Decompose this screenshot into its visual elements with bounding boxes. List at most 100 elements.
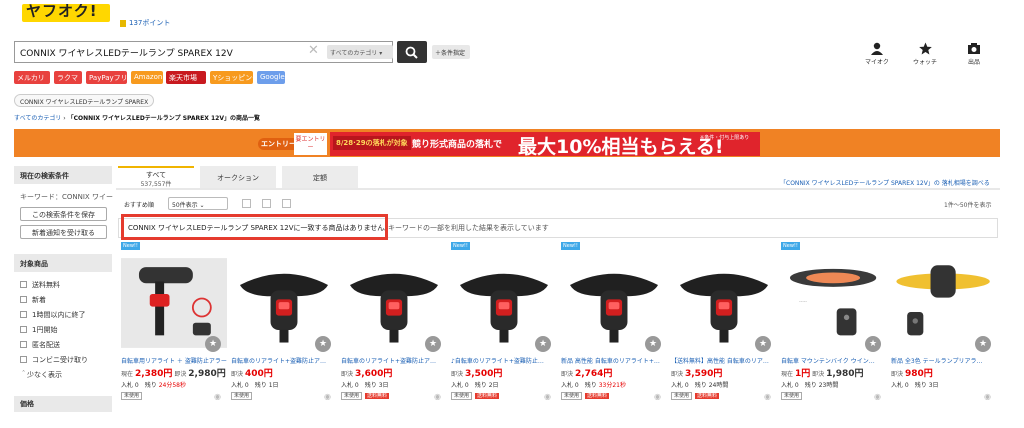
watch-button[interactable]: ★ [755, 336, 771, 352]
condition-button[interactable]: ＋条件指定 [432, 45, 470, 59]
breadcrumb: すべてのカテゴリ › 「CONNIX ワイヤレスLEDテールランプ SPAREX… [14, 115, 260, 122]
mall-link-0[interactable]: メルカリ [14, 71, 50, 84]
checkbox[interactable] [20, 356, 27, 363]
price-row: 即決 2,764円 [561, 369, 613, 379]
time-left: 2日 [488, 382, 499, 389]
bid-info: 入札 0 残り 2日 [451, 382, 499, 389]
filter-option[interactable]: 1円開始 [20, 325, 57, 335]
filter-option[interactable]: 新着 [20, 295, 46, 305]
list-view-icon[interactable] [242, 199, 251, 208]
keyword-chip[interactable]: CONNIX ワイヤレスLEDテールランプ SPAREX [14, 94, 155, 107]
tab-all[interactable]: すべて 537,557件 [118, 166, 194, 188]
banner-campaign-label: エントリー [258, 138, 299, 150]
product-title[interactable]: 新品 全3色 テールランプリアラ… [891, 356, 997, 365]
product-title[interactable]: 自転車 マウンテンバイク ウイン… [781, 356, 887, 365]
notify-button[interactable]: 新着通知を受け取る [20, 225, 107, 239]
product-title[interactable]: 自転車のリアライト+盗難防止ア… [231, 356, 337, 365]
product-card[interactable]: New!! ★ 自転車用リアライト ＋ 盗難防止アラー… 現在 2,380円 即決 2… [121, 242, 227, 422]
watch-button[interactable]: ★ [205, 336, 221, 352]
product-title[interactable]: 新品 高性能 自転車のリアライト+… [561, 356, 667, 365]
watch-button[interactable]: ★ [975, 336, 991, 352]
product-card[interactable]: ★ 【送料無料】高性能 自転車のリア… 即決 3,590円 入札 0 残り 24時間未… [671, 242, 777, 422]
watch-link[interactable]: ウォッチ [905, 42, 945, 66]
eye-icon[interactable]: ◉ [324, 392, 331, 401]
time-left: 3日 [378, 382, 389, 389]
breadcrumb-root[interactable]: すべてのカテゴリ [14, 115, 61, 122]
checkbox[interactable] [20, 281, 27, 288]
price-row: 即決 3,500円 [451, 369, 503, 379]
show-less-link[interactable]: ＾少なく表示 [20, 370, 62, 380]
bid-info: 入札 0 残り 3日 [891, 382, 939, 389]
myauction-link[interactable]: マイオク [857, 42, 897, 66]
checkbox[interactable] [20, 296, 27, 303]
mall-link-3[interactable]: Amazon [131, 71, 163, 84]
condition-tag: 未使用 [561, 392, 583, 400]
sell-link[interactable]: 出品 [954, 42, 994, 66]
search-query-text: CONNIX ワイヤレスLEDテールランプ SPAREX 12V [20, 49, 233, 59]
product-card[interactable]: New!! ★ 新品 高性能 自転車のリアライト+… 即決 2,764円 入札 0 残り… [561, 242, 667, 422]
star-icon: ★ [428, 339, 438, 349]
product-title[interactable]: 【送料無料】高性能 自転車のリア… [671, 356, 777, 365]
eye-icon[interactable]: ◉ [874, 392, 881, 401]
tab-auction[interactable]: オークション [200, 166, 276, 188]
bid-info: 入札 0 残り 24分58秒 [121, 382, 186, 389]
sort-label[interactable]: おすすめ順 [124, 200, 154, 209]
eye-icon[interactable]: ◉ [544, 392, 551, 401]
filter-option[interactable]: 匿名配送 [20, 340, 60, 350]
yahuoku-logo[interactable]: ヤフオク! [22, 4, 110, 22]
filter-option[interactable]: 送料無料 [20, 280, 60, 290]
eye-icon[interactable]: ◉ [654, 392, 661, 401]
category-select[interactable]: すべてのカテゴリ ▾ [327, 45, 393, 59]
points-display[interactable]: 137ポイント [120, 18, 170, 28]
mall-link-5[interactable]: Yショッピング [210, 71, 259, 84]
product-card[interactable]: ★ 自転車のリアライト+盗難防止ア… 即決 400円 入札 0 残り 1日 未使用 ◉ [231, 242, 337, 422]
checkbox[interactable] [20, 326, 27, 333]
search-button[interactable] [397, 41, 427, 63]
product-card[interactable]: New!! ★ ♪自転車のリアライト+盗難防止… 即決 3,500円 入札 0 残り 2… [451, 242, 557, 422]
eye-icon[interactable]: ◉ [984, 392, 991, 401]
product-photo [671, 258, 777, 348]
tab-fixed-price[interactable]: 定額 [282, 166, 358, 188]
watch-button[interactable]: ★ [315, 336, 331, 352]
checkbox[interactable] [20, 341, 27, 348]
market-price-link[interactable]: 「CONNIX ワイヤレスLEDテールランプ SPAREX 12V」の 落札相場… [780, 178, 990, 187]
time-left: 23時間 [818, 382, 839, 389]
watch-button[interactable]: ★ [865, 336, 881, 352]
time-left: 1日 [268, 382, 279, 389]
product-card[interactable]: ★ 新品 全3色 テールランプリアラ… 即決 980円 入札 0 残り 3日 ◉ [891, 242, 997, 422]
eye-icon[interactable]: ◉ [214, 392, 221, 401]
product-title[interactable]: 自転車のリアライト+盗難防止ア… [341, 356, 447, 365]
clear-search-icon[interactable]: ✕ [308, 43, 319, 58]
watch-button[interactable]: ★ [645, 336, 661, 352]
tag-row: 未使用 [121, 392, 145, 401]
result-range: 1件〜50件を表示 [944, 202, 992, 209]
large-grid-view-icon[interactable] [282, 199, 291, 208]
save-search-button[interactable]: この検索条件を保存 [20, 207, 107, 221]
checkbox[interactable] [20, 311, 27, 318]
grid-view-icon[interactable] [262, 199, 271, 208]
eye-icon[interactable]: ◉ [764, 392, 771, 401]
product-photo [891, 258, 997, 348]
filter-option[interactable]: コンビニ受け取り [20, 355, 88, 365]
watch-button[interactable]: ★ [425, 336, 441, 352]
eye-icon[interactable]: ◉ [434, 392, 441, 401]
product-title[interactable]: ♪自転車のリアライト+盗難防止… [451, 356, 557, 365]
mall-link-1[interactable]: ラクマ [54, 71, 82, 84]
product-photo [451, 258, 557, 348]
filter-option[interactable]: 1時間以内に終了 [20, 310, 85, 320]
product-title[interactable]: 自転車用リアライト ＋ 盗難防止アラー… [121, 356, 227, 365]
mall-link-6[interactable]: Google [257, 71, 285, 84]
mall-link-2[interactable]: PayPayフリマ [86, 71, 135, 84]
product-photo [121, 258, 227, 348]
product-card[interactable]: New!! ----- ★ 自転車 マウンテンバイク ウイン… 現在 1円 即決 1,9… [781, 242, 887, 422]
current-price: 400円 [244, 369, 273, 379]
price-row: 現在 2,380円 即決 2,980円 [121, 369, 226, 379]
watch-button[interactable]: ★ [535, 336, 551, 352]
per-page-select[interactable]: 50件表示 ⌄ [168, 197, 228, 210]
star-icon: ★ [868, 339, 878, 349]
product-card[interactable]: ★ 自転車のリアライト+盗難防止ア… 即決 3,600円 入札 0 残り 3日 未使用送… [341, 242, 447, 422]
current-keyword: キーワード：CONNIX ワイー [20, 193, 113, 201]
free-shipping-tag: 送料無料 [585, 393, 610, 399]
current-price: 1円 [794, 369, 811, 379]
mall-link-4[interactable]: 楽天市場 [166, 71, 206, 84]
